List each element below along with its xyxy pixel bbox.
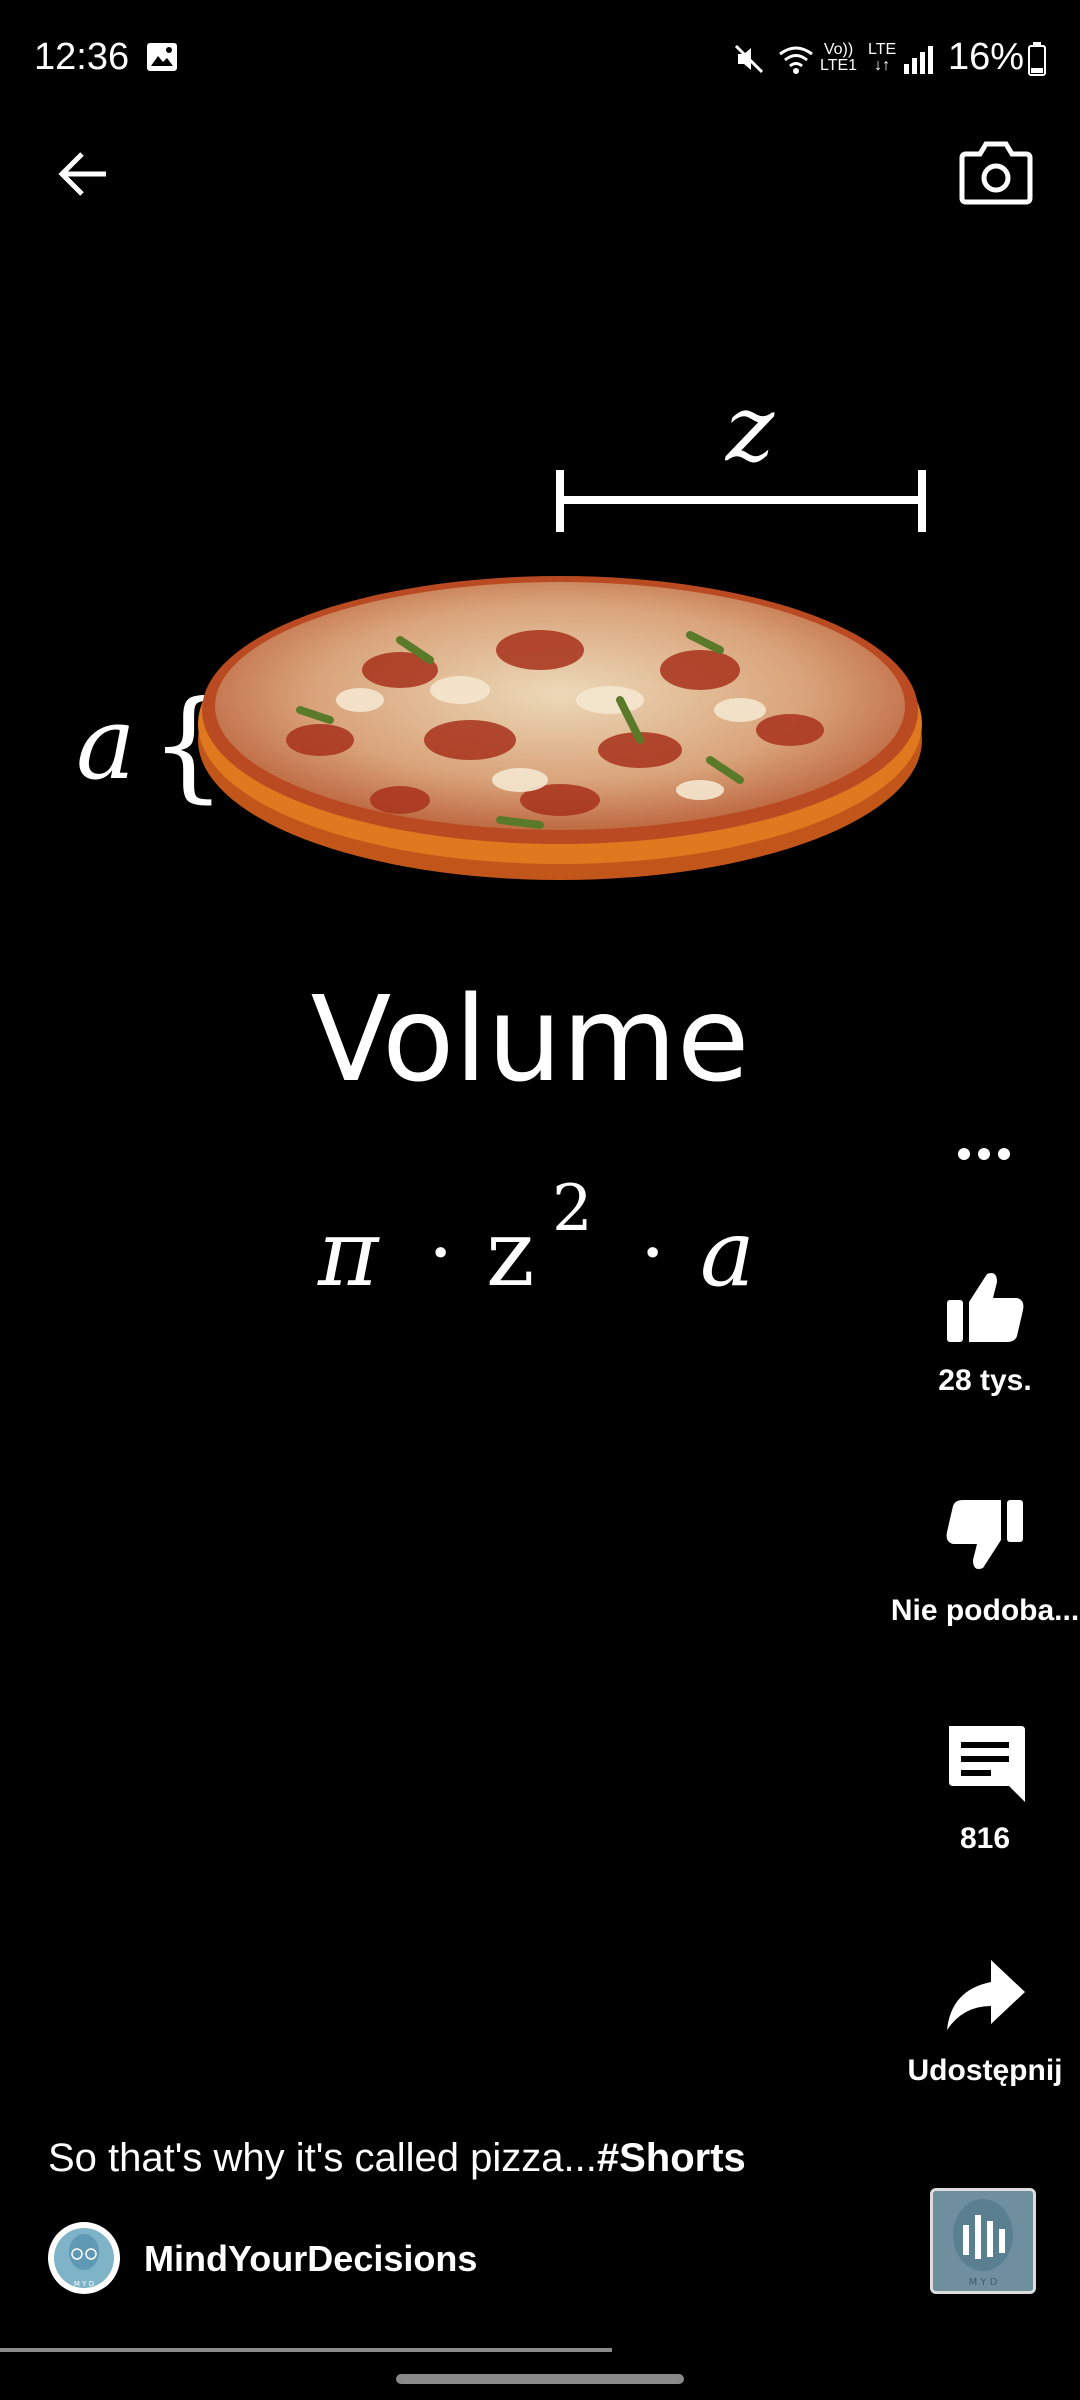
svg-text:2: 2 xyxy=(552,1172,593,1246)
svg-text:·: · xyxy=(640,1206,665,1299)
battery-percentage: 16% xyxy=(948,36,1025,78)
pizza-image xyxy=(198,576,922,880)
share-action[interactable]: Udostępnij xyxy=(860,1954,1080,2088)
video-frame[interactable]: z a {Volume π · z 2 · a xyxy=(0,240,1080,1340)
video-caption[interactable]: So that's why it's called pizza...#Short… xyxy=(48,2136,746,2181)
status-time: 12:36 xyxy=(34,36,130,78)
mute-icon xyxy=(734,44,764,74)
like-count: 28 tys. xyxy=(938,1364,1032,1397)
comment-icon[interactable] xyxy=(943,1722,1027,1806)
sound-thumbnail[interactable]: M Y D xyxy=(930,2188,1036,2294)
channel-avatar[interactable]: M Y D xyxy=(48,2222,120,2294)
home-indicator[interactable] xyxy=(396,2374,684,2384)
camera-button[interactable] xyxy=(958,140,1034,206)
avatar-image: M Y D xyxy=(49,2223,119,2293)
channel-name[interactable]: MindYourDecisions xyxy=(144,2238,477,2280)
hashtag-link[interactable]: #Shorts xyxy=(597,2136,746,2180)
like-action[interactable]: 28 tys. xyxy=(860,1264,1080,1398)
dislike-action[interactable]: Nie podoba... xyxy=(860,1494,1080,1628)
svg-text:a: a xyxy=(700,1200,755,1307)
dislike-label: Nie podoba... xyxy=(890,1594,1080,1627)
svg-text:z: z xyxy=(486,1200,534,1307)
volume-formula: π · z 2 · a xyxy=(317,1172,755,1307)
thumbs-down-icon[interactable] xyxy=(943,1494,1027,1578)
back-button[interactable] xyxy=(54,144,114,204)
svg-text:π: π xyxy=(317,1200,380,1307)
comments-count: 816 xyxy=(959,1822,1011,1855)
volume-title: Volume xyxy=(311,970,750,1108)
thumbs-up-icon[interactable] xyxy=(943,1264,1027,1348)
svg-text:M Y D: M Y D xyxy=(969,2277,998,2288)
share-label: Udostępnij xyxy=(907,2054,1063,2087)
svg-text:M Y D: M Y D xyxy=(74,2280,94,2288)
volte-indicator: Vo)) LTE1 xyxy=(820,41,858,74)
dimension-a-label: a xyxy=(76,685,136,802)
battery-icon xyxy=(1028,42,1046,76)
gallery-notification-icon xyxy=(147,43,177,71)
video-progress-bar[interactable] xyxy=(0,2348,612,2352)
lte-indicator: LTE ↓↑ xyxy=(868,41,897,74)
wifi-icon xyxy=(779,46,813,74)
dimension-z-label: z xyxy=(725,375,775,482)
svg-text:·: · xyxy=(428,1206,453,1299)
sound-thumbnail-image: M Y D xyxy=(933,2191,1033,2291)
more-options-button[interactable] xyxy=(956,1142,1012,1166)
comments-action[interactable]: 816 xyxy=(860,1722,1080,1856)
share-icon[interactable] xyxy=(943,1954,1027,2038)
signal-icon xyxy=(904,46,933,74)
